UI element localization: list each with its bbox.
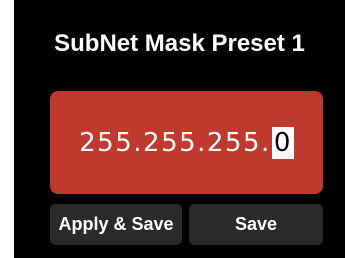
page-title: SubNet Mask Preset 1 <box>54 30 305 57</box>
subnet-mask-value: 255.255.255. 0 <box>79 126 294 159</box>
subnet-mask-prefix: 255.255.255. <box>79 127 271 158</box>
subnet-mask-field[interactable]: 255.255.255. 0 <box>50 91 323 194</box>
save-button[interactable]: Save <box>189 204 323 245</box>
edit-cursor-digit[interactable]: 0 <box>271 126 294 159</box>
device-screen: SubNet Mask Preset 1 255.255.255. 0 Apply… <box>14 0 345 258</box>
apply-save-button[interactable]: Apply & Save <box>50 204 182 245</box>
